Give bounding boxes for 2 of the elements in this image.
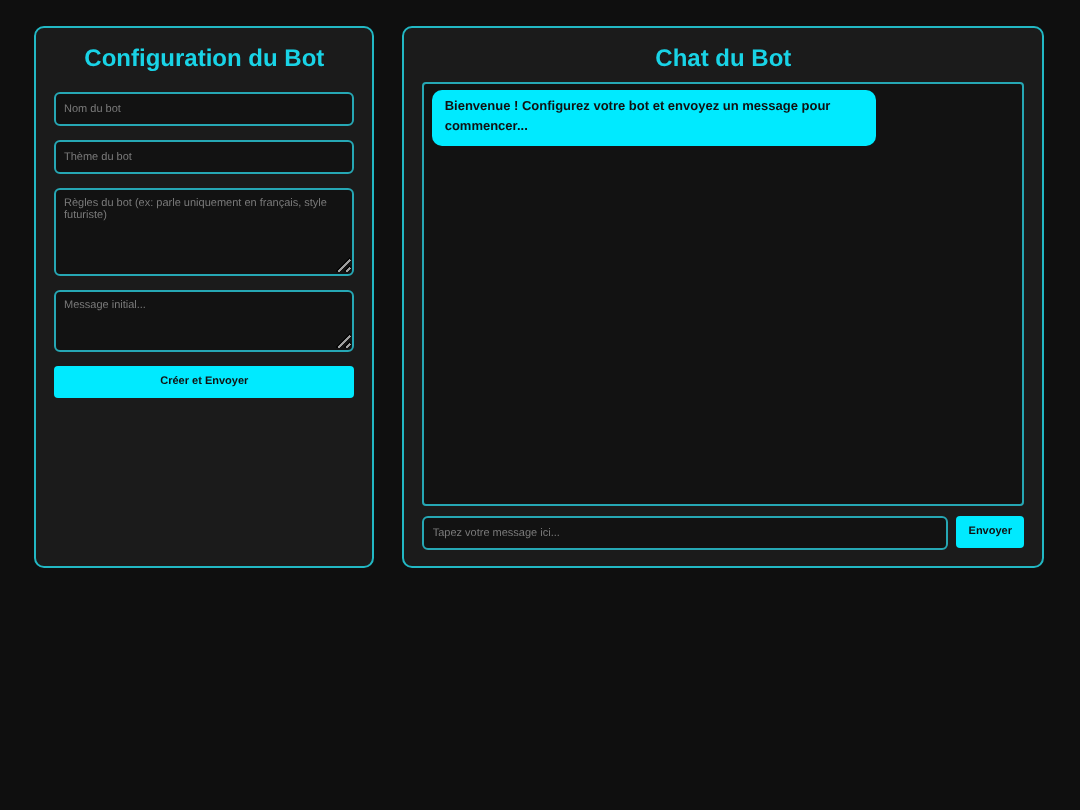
panel-title: Chat du Bot: [653, 44, 794, 72]
panel-title: Configuration du Bot: [82, 44, 327, 72]
